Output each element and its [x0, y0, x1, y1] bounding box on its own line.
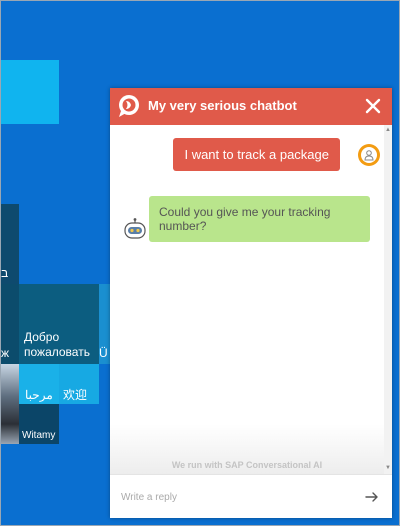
chat-header: My very serious chatbot [110, 88, 392, 125]
send-arrow-icon[interactable] [364, 489, 380, 505]
chat-bubble-logo-icon [119, 95, 139, 117]
tile-russian-label: Добро пожаловать [24, 330, 90, 359]
reply-input[interactable] [121, 488, 341, 506]
chat-title: My very serious chatbot [148, 98, 297, 113]
start-tile-chinese[interactable]: 欢迎 [59, 364, 99, 404]
tile-polish-label: Witamy [22, 430, 56, 441]
start-tile-sky[interactable] [0, 60, 59, 124]
tile-hebrew-label: ב [1, 266, 9, 280]
chat-input-bar [110, 474, 392, 518]
start-tile-russian[interactable]: Добро пожаловать [19, 284, 99, 364]
tile-dark-label: ж [1, 346, 10, 360]
tile-blue-label: Ü [99, 346, 108, 360]
user-avatar-icon [358, 144, 380, 166]
tile-chinese-label: 欢迎 [63, 388, 88, 402]
start-tile-hebrew[interactable]: ב [0, 204, 19, 284]
start-tile-polish[interactable]: Witamy [19, 404, 59, 444]
chat-scrollbar[interactable] [384, 125, 392, 474]
user-message: I want to track a package [173, 138, 340, 171]
close-icon[interactable] [363, 96, 383, 116]
chat-window: My very serious chatbot I want to track … [110, 88, 392, 518]
bot-message: Could you give me your tracking number? [149, 196, 370, 242]
chat-messages[interactable]: I want to track a package Could you give… [110, 125, 392, 474]
powered-by-text: We run with SAP Conversational AI [171, 460, 323, 470]
robot-icon [124, 218, 146, 239]
scroll-down-icon[interactable]: ▼ [385, 465, 391, 471]
start-tile-photo[interactable] [0, 364, 19, 444]
start-tile-arabic[interactable]: مرحبا [19, 364, 59, 404]
scroll-up-icon[interactable]: ▲ [385, 127, 391, 133]
tile-arabic-label: مرحبا [25, 388, 53, 402]
start-tile-dark[interactable]: ж [0, 284, 19, 364]
